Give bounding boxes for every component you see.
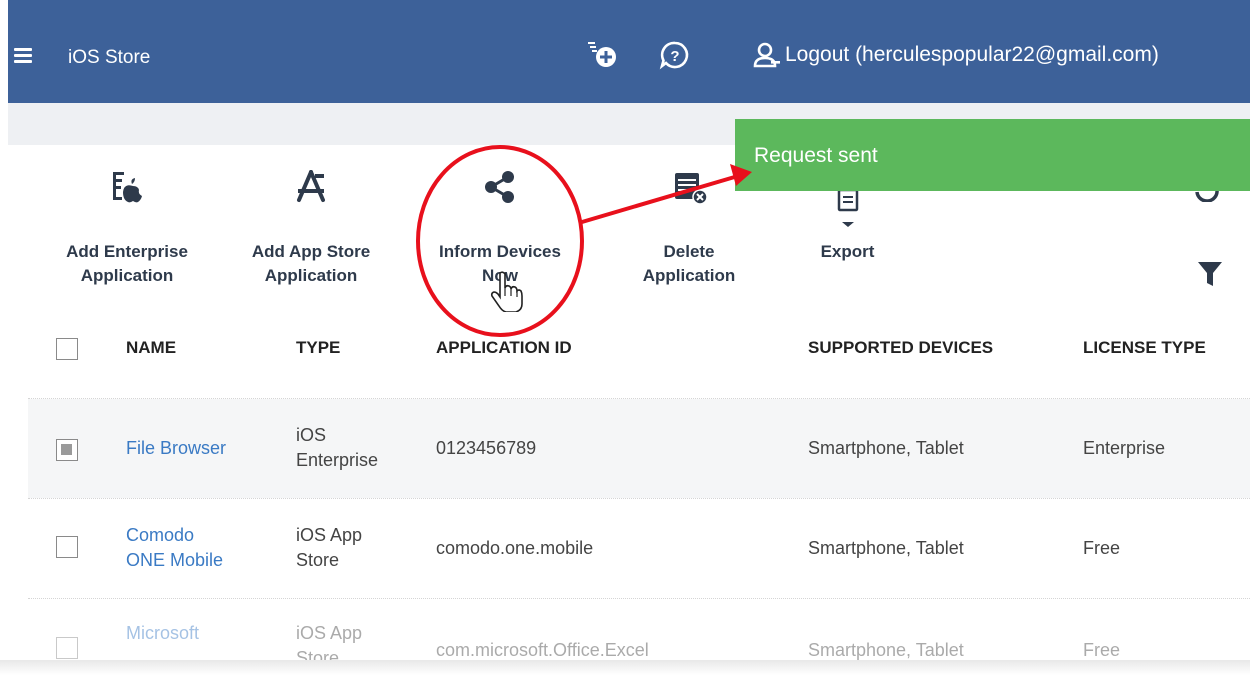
add-enterprise-application-button[interactable]: Add Enterprise Application <box>52 170 202 288</box>
app-name-link[interactable]: Microsoft <box>126 621 199 646</box>
delete-application-label-1: Delete <box>663 242 715 261</box>
divider <box>28 598 1250 599</box>
add-app-store-label-2: Application <box>264 266 358 285</box>
row-checkbox[interactable] <box>56 439 78 461</box>
license-type: Free <box>1083 538 1121 558</box>
app-store-icon <box>297 170 325 202</box>
filter-icon[interactable] <box>1196 259 1224 289</box>
enterprise-app-icon <box>113 172 142 203</box>
column-header-supported-devices[interactable]: SUPPORTED DEVICES <box>808 338 993 358</box>
divider <box>28 498 1250 499</box>
add-notification-icon[interactable] <box>586 38 620 72</box>
export-label: Export <box>820 242 875 261</box>
app-name-line-1: Comodo <box>126 525 195 545</box>
request-sent-toast: Request sent <box>735 119 1250 191</box>
license-type: Enterprise <box>1083 438 1166 458</box>
svg-text:?: ? <box>670 48 679 65</box>
column-header-application-id[interactable]: APPLICATION ID <box>436 338 572 358</box>
help-icon[interactable]: ? <box>658 38 692 72</box>
torn-edge <box>0 660 1250 675</box>
delete-application-label-2: Application <box>642 266 736 285</box>
app-name-line-2: ONE Mobile <box>126 550 224 570</box>
app-id: comodo.one.mobile <box>436 538 594 558</box>
app-type-line-1: iOS App <box>296 525 363 545</box>
supported-devices: Smartphone, Tablet <box>808 538 964 558</box>
logout-link[interactable]: Logout (herculespopular22@gmail.com) <box>753 42 1159 68</box>
add-app-store-label-1: Add App Store <box>251 242 371 261</box>
column-header-name[interactable]: NAME <box>126 338 176 358</box>
app-name-link[interactable]: File Browser <box>126 436 226 461</box>
hand-cursor-icon <box>490 271 523 312</box>
inform-devices-label-1: Inform Devices <box>439 242 561 261</box>
app-type-line-1: iOS <box>296 425 327 445</box>
menu-icon[interactable] <box>14 48 32 63</box>
column-header-license-type[interactable]: LICENSE TYPE <box>1083 338 1206 358</box>
app-id: 0123456789 <box>436 438 537 458</box>
add-enterprise-label-2: Application <box>80 266 174 285</box>
app-type: iOS Enterprise <box>296 423 378 473</box>
delete-app-icon <box>675 173 708 205</box>
app-type-line-2: Enterprise <box>296 450 379 470</box>
user-icon <box>753 42 780 68</box>
supported-devices: Smartphone, Tablet <box>808 438 964 458</box>
app-type: iOS App Store <box>296 523 362 573</box>
app-type-line-2: Store <box>296 550 340 570</box>
add-enterprise-label-1: Add Enterprise <box>66 242 188 261</box>
row-checkbox[interactable] <box>56 536 78 558</box>
select-all-checkbox[interactable] <box>56 338 78 360</box>
app-name-link[interactable]: Comodo ONE Mobile <box>126 523 223 573</box>
logout-label: Logout (herculespopular22@gmail.com) <box>785 43 1159 66</box>
column-header-type[interactable]: TYPE <box>296 338 340 358</box>
page-title: iOS Store <box>68 47 151 68</box>
app-type-line-1: iOS App <box>296 623 363 643</box>
top-bar: iOS Store ? Logout (herculespopular22@gm… <box>8 0 1250 103</box>
row-checkbox[interactable] <box>56 637 78 659</box>
share-icon <box>485 171 514 203</box>
add-app-store-application-button[interactable]: Add App Store Application <box>236 170 386 288</box>
